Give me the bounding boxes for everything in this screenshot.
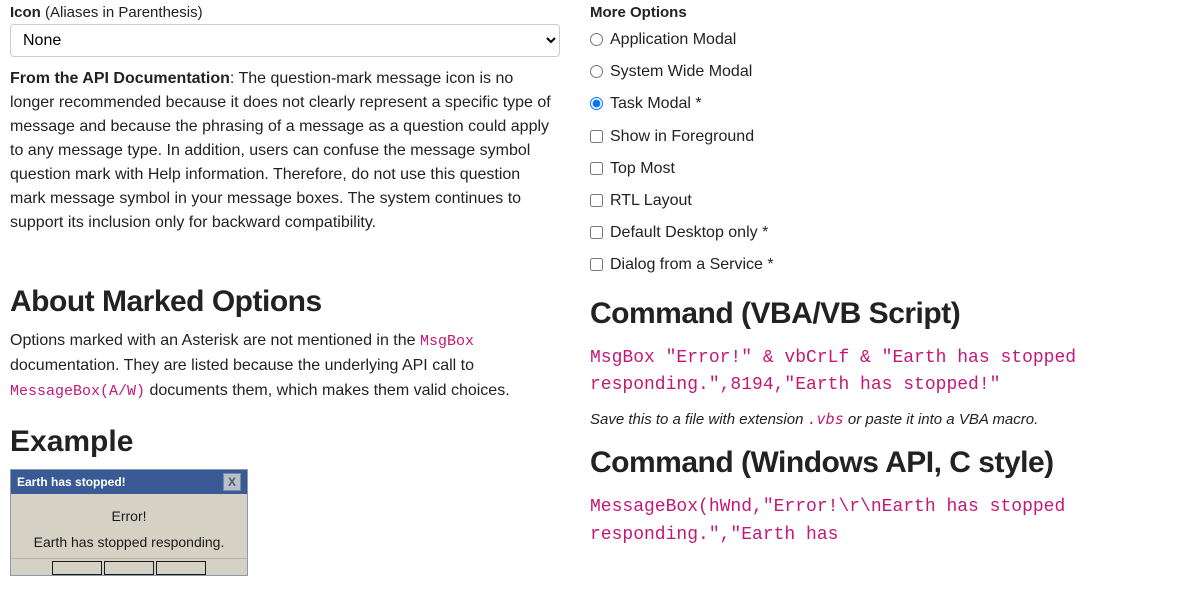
option-label: Task Modal * bbox=[610, 90, 702, 117]
option-label: RTL Layout bbox=[610, 187, 692, 214]
option-checkbox[interactable] bbox=[590, 194, 603, 207]
option-label: Application Modal bbox=[610, 26, 736, 53]
option-checkbox[interactable] bbox=[590, 258, 603, 271]
example-heading: Example bbox=[10, 425, 560, 459]
option-label: Top Most bbox=[610, 155, 675, 182]
option-label: Dialog from a Service * bbox=[610, 251, 774, 278]
option-row: RTL Layout bbox=[590, 187, 1190, 214]
cmd-vba-code: MsgBox "Error!" & vbCrLf & "Earth has st… bbox=[590, 345, 1190, 401]
option-row: Application Modal bbox=[590, 26, 1190, 53]
msgbox-button[interactable] bbox=[156, 561, 206, 575]
about-code-messagebox: MessageBox(A/W) bbox=[10, 383, 145, 400]
vba-hint: Save this to a file with extension .vbs … bbox=[590, 410, 1190, 428]
msgbox-title-text: Earth has stopped! bbox=[17, 475, 126, 489]
about-text-1: Options marked with an Asterisk are not … bbox=[10, 332, 420, 349]
msgbox-buttons bbox=[11, 558, 247, 575]
option-row: Dialog from a Service * bbox=[590, 251, 1190, 278]
option-label: Show in Foreground bbox=[610, 123, 754, 150]
option-row: Top Most bbox=[590, 155, 1190, 182]
vba-hint-1: Save this to a file with extension bbox=[590, 411, 808, 428]
more-options-label-text: More Options bbox=[590, 4, 687, 21]
option-checkbox[interactable] bbox=[590, 226, 603, 239]
option-label: System Wide Modal bbox=[610, 58, 752, 85]
close-icon[interactable]: X bbox=[223, 473, 241, 491]
icon-label: Icon (Aliases in Parenthesis) bbox=[10, 4, 560, 21]
msgbox-body: Error! Earth has stopped responding. bbox=[11, 494, 247, 558]
option-radio[interactable] bbox=[590, 65, 603, 78]
msgbox-titlebar: Earth has stopped! X bbox=[11, 470, 247, 494]
about-code-msgbox: MsgBox bbox=[420, 333, 474, 350]
about-heading: About Marked Options bbox=[10, 285, 560, 319]
msgbox-line1: Error! bbox=[19, 508, 239, 524]
option-radio[interactable] bbox=[590, 97, 603, 110]
icon-label-bold: Icon bbox=[10, 4, 41, 21]
option-row: System Wide Modal bbox=[590, 58, 1190, 85]
about-paragraph: Options marked with an Asterisk are not … bbox=[10, 329, 560, 403]
option-row: Show in Foreground bbox=[590, 123, 1190, 150]
api-doc-note: From the API Documentation: The question… bbox=[10, 67, 560, 235]
option-label: Default Desktop only * bbox=[610, 219, 768, 246]
about-text-3: documents them, which makes them valid c… bbox=[145, 382, 510, 399]
example-msgbox: Earth has stopped! X Error! Earth has st… bbox=[10, 469, 248, 576]
cmd-c-code: MessageBox(hWnd,"Error!\r\nEarth has sto… bbox=[590, 494, 1190, 550]
about-text-2: documentation. They are listed because t… bbox=[10, 357, 474, 374]
api-doc-text: : The question-mark message icon is no l… bbox=[10, 70, 551, 231]
icon-label-paren: (Aliases in Parenthesis) bbox=[45, 4, 203, 21]
cmd-c-heading: Command (Windows API, C style) bbox=[590, 446, 1190, 480]
option-checkbox[interactable] bbox=[590, 162, 603, 175]
more-options-label: More Options bbox=[590, 4, 1190, 21]
msgbox-button[interactable] bbox=[104, 561, 154, 575]
option-radio[interactable] bbox=[590, 33, 603, 46]
option-row: Task Modal * bbox=[590, 90, 1190, 117]
vba-hint-code: .vbs bbox=[808, 410, 844, 428]
more-options-list: Application Modal System Wide Modal Task M… bbox=[590, 26, 1190, 279]
msgbox-button[interactable] bbox=[52, 561, 102, 575]
icon-select[interactable]: None bbox=[10, 24, 560, 57]
option-row: Default Desktop only * bbox=[590, 219, 1190, 246]
option-checkbox[interactable] bbox=[590, 130, 603, 143]
vba-hint-2: or paste it into a VBA macro. bbox=[844, 411, 1039, 428]
msgbox-line2: Earth has stopped responding. bbox=[19, 534, 239, 550]
cmd-vba-heading: Command (VBA/VB Script) bbox=[590, 297, 1190, 331]
api-doc-lead: From the API Documentation bbox=[10, 70, 230, 87]
